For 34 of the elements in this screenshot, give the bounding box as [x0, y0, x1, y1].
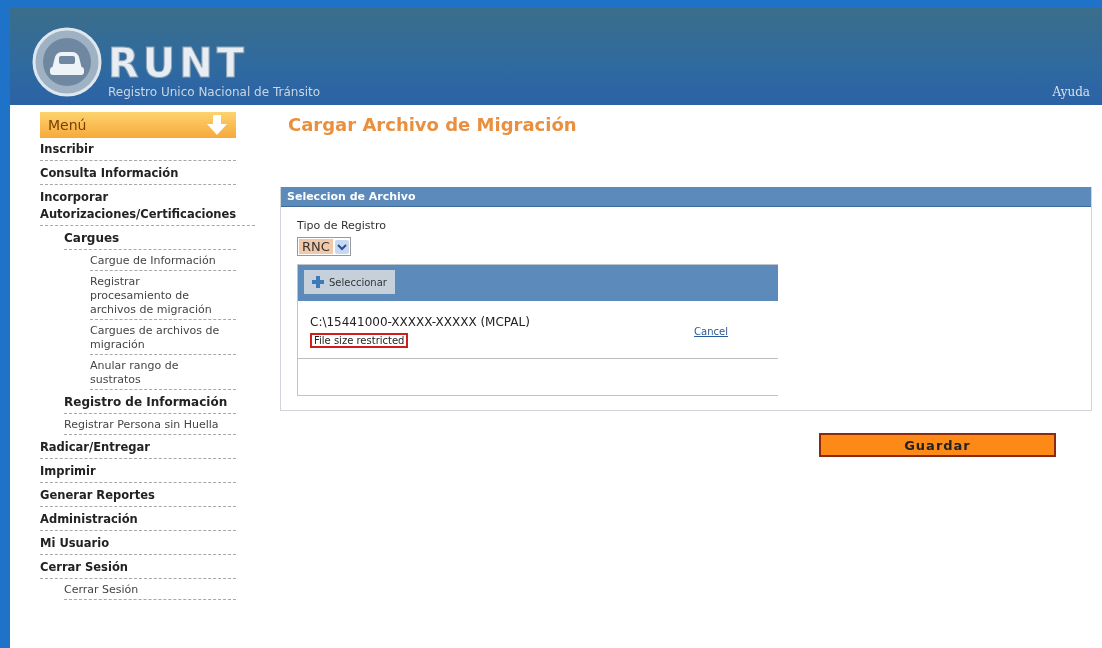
menu-item[interactable]: Imprimir	[40, 463, 236, 483]
logo-text: RUNT	[108, 41, 250, 85]
field-label: Tipo de Registro	[297, 219, 387, 232]
menu-item[interactable]: Incorporar Autorizaciones/Certificaciones	[40, 189, 255, 226]
menu-item[interactable]: Administración	[40, 511, 236, 531]
cancel-link[interactable]: Cancel	[694, 326, 728, 337]
chevron-down-icon	[334, 239, 349, 254]
menu-item[interactable]: Cargue de Información	[90, 254, 236, 271]
menu-title: Menú	[48, 117, 87, 133]
menu-item[interactable]: Registrar procesamiento de archivos de migración	[90, 275, 236, 320]
menu-item[interactable]: Registrar Persona sin Huella	[64, 418, 236, 435]
file-path: C:\15441000-XXXXX-XXXXX (MCPAL)	[310, 315, 530, 329]
menu-item[interactable]: Generar Reportes	[40, 487, 236, 507]
save-button[interactable]: Guardar	[819, 433, 1056, 457]
menu-item[interactable]: Cerrar Sesión	[40, 559, 236, 579]
select-file-button[interactable]: Seleccionar	[304, 270, 395, 294]
help-link[interactable]: Ayuda	[1052, 85, 1090, 101]
menu-item[interactable]: Cerrar Sesión	[64, 583, 236, 600]
panel-title: Seleccion de Archivo	[281, 187, 1091, 207]
menu-item[interactable]: Registro de Información	[64, 394, 236, 414]
page-title: Cargar Archivo de Migración	[288, 114, 578, 135]
error-message: File size restricted	[310, 333, 409, 348]
car-icon	[32, 27, 102, 97]
menu-item[interactable]: Mi Usuario	[40, 535, 236, 555]
menu-item[interactable]: Radicar/Entregar	[40, 439, 236, 459]
menu-item[interactable]: Consulta Información	[40, 165, 236, 185]
menu-item[interactable]: Cargues de archivos de migración	[90, 324, 236, 355]
menu-item[interactable]: Inscribir	[40, 141, 236, 161]
down-arrow-icon	[206, 115, 228, 135]
site-subtitle: Registro Unico Nacional de Tránsito	[108, 85, 320, 99]
menu-item[interactable]: Anular rango de sustratos	[90, 359, 236, 390]
menu-item[interactable]: Cargues	[64, 230, 236, 250]
registry-type-select[interactable]: RNC	[297, 237, 351, 256]
plus-icon	[312, 276, 324, 288]
